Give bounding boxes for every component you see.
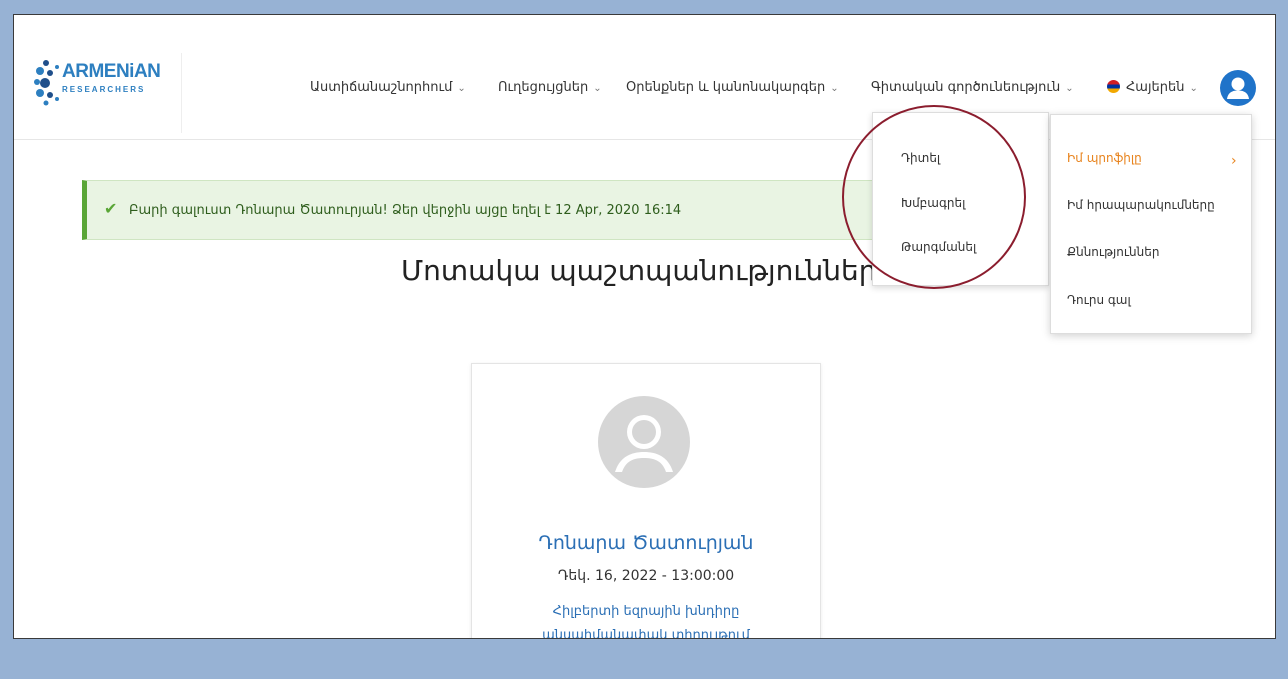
menu-item-exams[interactable]: Քննություններ — [1067, 245, 1159, 259]
profile-dropdown: Իմ պրոֆիլը › Իմ հրապարակումները Քննությո… — [1050, 114, 1252, 334]
logo-subtitle: RESEARCHERS — [62, 85, 146, 94]
avatar-placeholder-icon — [598, 396, 690, 488]
chevron-right-icon: › — [1231, 153, 1237, 169]
user-account-button[interactable] — [1220, 70, 1256, 106]
nav-item-label: Օրենքներ և կանոնակարգեր — [626, 80, 826, 95]
menu-item-translate[interactable]: Թարգմանել — [901, 240, 976, 254]
armenian-flag-icon — [1107, 80, 1120, 93]
menu-item-view[interactable]: Դիտել — [901, 151, 940, 165]
chevron-down-icon: ⌄ — [457, 83, 466, 94]
actions-dropdown: Դիտել Խմբագրել Թարգմանել — [872, 112, 1049, 286]
nav-item-guides[interactable]: Ուղեցույցներ ⌄ — [498, 80, 602, 95]
chevron-down-icon: ⌄ — [1065, 83, 1074, 94]
language-label: Հայերեն — [1126, 80, 1185, 95]
page-title: Մոտակա պաշտպանություններ — [401, 254, 877, 287]
defense-date: Դեկ. 16, 2022 - 13:00:00 — [557, 568, 735, 584]
defense-topic-link-line2[interactable]: անսահմանափակ տիրույթում — [472, 628, 820, 638]
nav-item-laws[interactable]: Օրենքներ և կանոնակարգեր ⌄ — [626, 80, 839, 95]
menu-item-my-profile[interactable]: Իմ պրոֆիլը — [1067, 151, 1142, 165]
menu-item-edit[interactable]: Խմբագրել — [901, 196, 965, 210]
defense-card: Դոնարա Ծատուրյան Դեկ. 16, 2022 - 13:00:0… — [471, 363, 821, 638]
speaker-name-link[interactable]: Դոնարա Ծատուրյան — [472, 532, 820, 554]
browser-frame: ARMENiAN RESEARCHERS Աստիճանաշնորհում ⌄ Ո… — [13, 14, 1276, 639]
nav-item-label: Գիտական գործունեություն — [871, 80, 1061, 95]
nav-item-label: Ուղեցույցներ — [498, 80, 589, 95]
user-icon — [1227, 77, 1249, 99]
logo-wordmark: ARMENiAN — [62, 61, 161, 82]
site-logo[interactable]: ARMENiAN RESEARCHERS — [26, 53, 182, 133]
chevron-down-icon: ⌄ — [1189, 83, 1198, 94]
chevron-down-icon: ⌄ — [830, 83, 839, 94]
nav-item-degrees[interactable]: Աստիճանաշնորհում ⌄ — [310, 80, 466, 95]
chevron-down-icon: ⌄ — [593, 83, 602, 94]
language-switcher[interactable]: Հայերեն ⌄ — [1107, 80, 1198, 95]
check-icon: ✔ — [104, 199, 118, 218]
nav-item-scientific-activity[interactable]: Գիտական գործունեություն ⌄ — [871, 80, 1074, 95]
menu-item-my-publications[interactable]: Իմ հրապարակումները — [1067, 198, 1215, 212]
welcome-alert: ✔ Բարի գալուստ Դոնարա Ծատուրյան! Ձեր վեր… — [82, 180, 872, 240]
nav-item-label: Աստիճանաշնորհում — [310, 80, 453, 95]
welcome-message: Բարի գալուստ Դոնարա Ծատուրյան! Ձեր վերջի… — [129, 203, 682, 218]
defense-topic-link-line1[interactable]: Հիլբերտի եզրային խնդիրը — [472, 604, 820, 619]
menu-item-logout[interactable]: Դուրս գալ — [1067, 293, 1131, 307]
